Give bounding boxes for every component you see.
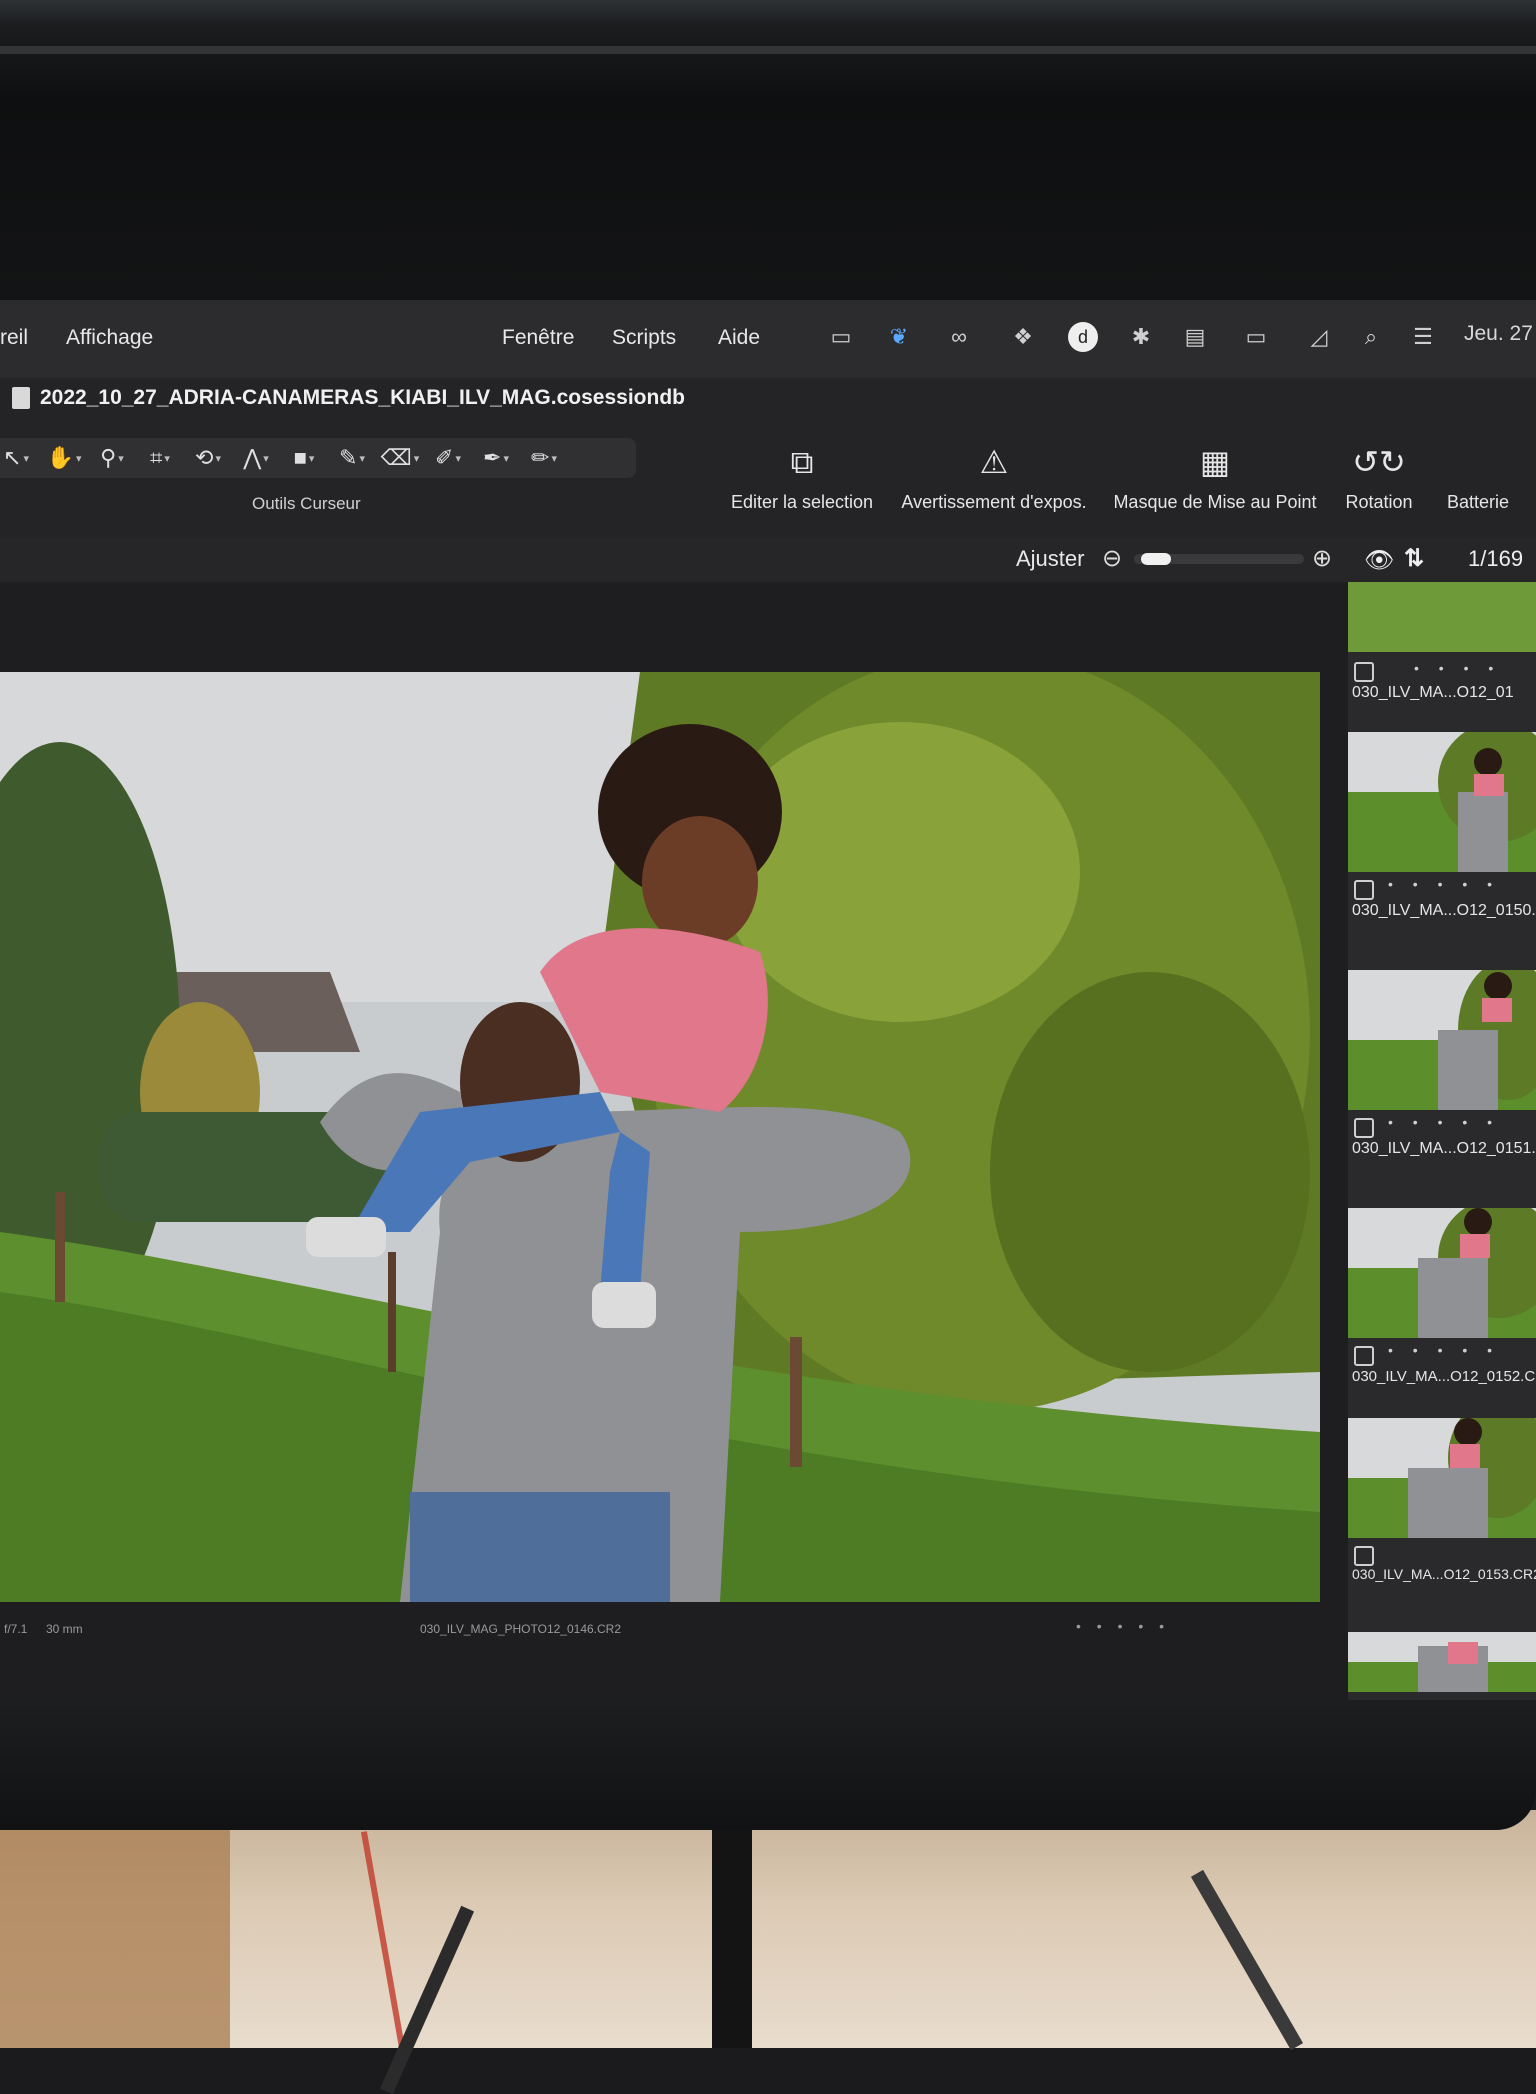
menu-scripts[interactable]: Scripts	[612, 326, 676, 350]
warning-icon: ⚠	[979, 444, 1009, 480]
image-viewer[interactable]: f/7.1 30 mm 030_ILV_MAG_PHOTO12_0146.CR2…	[0, 582, 1348, 1700]
batch-button[interactable]: Batterie	[1438, 442, 1518, 513]
thumbnail-name: 030_ILV_MA...O12_01	[1352, 684, 1514, 701]
thumbnail-image[interactable]	[1348, 1418, 1536, 1538]
edit-selection-label: Editer la selection	[730, 492, 874, 512]
thumbnail-browser[interactable]: • • • • 030_ILV_MA...O12_01 • • • • • 03…	[1348, 582, 1536, 1700]
crop-icon[interactable]: ⌗ ▾	[138, 441, 182, 475]
color-picker-icon[interactable]: ✐ ▾	[426, 441, 470, 475]
wifi-off-icon[interactable]: ◿	[1304, 322, 1334, 352]
sort-icon[interactable]: ⇅	[1404, 544, 1424, 573]
thumbnail-item[interactable]	[1348, 1632, 1536, 1700]
dropbox-icon[interactable]: ❖	[1008, 322, 1038, 352]
rotation-button[interactable]: ↺↻ Rotation	[1336, 442, 1422, 513]
document-icon	[12, 387, 30, 409]
monitor-screen: reil Affichage Fenêtre Scripts Aide ▭ ❦ …	[0, 300, 1536, 1700]
thumbnail-image[interactable]	[1348, 1632, 1536, 1692]
zoom-slider-thumb[interactable]	[1141, 553, 1171, 565]
thumbnail-name: 030_ILV_MA...O12_0153.CR2	[1352, 1566, 1536, 1582]
desk-wood-panel	[0, 1810, 230, 2048]
thumbnail-image[interactable]	[1348, 1208, 1536, 1338]
bluetooth-off-icon[interactable]: ✱	[1126, 322, 1156, 352]
thumbnail-item[interactable]: 030_ILV_MA...O12_0153.CR2	[1348, 1418, 1536, 1638]
display-icon[interactable]: ▤	[1180, 322, 1210, 352]
exposure-warning-button[interactable]: ⚠ Avertissement d'expos.	[896, 442, 1092, 513]
edit-selection-button[interactable]: ⧉ Editer la selection	[730, 442, 874, 513]
photo-rating[interactable]: • • • • •	[1076, 1618, 1170, 1634]
thumbnail-name: 030_ILV_MA...O12_0150.CR	[1352, 902, 1536, 919]
rotate-icon: ↺↻	[1352, 444, 1406, 480]
battery-charging-icon[interactable]: ▭	[1236, 322, 1276, 352]
mask-fill-icon[interactable]: ■ ▾	[282, 441, 326, 475]
exposure-warning-label: Avertissement d'expos.	[901, 492, 1087, 512]
monitor-bezel-bottom	[0, 1700, 1536, 1830]
batch-label: Batterie	[1446, 492, 1510, 512]
butterfly-icon[interactable]: ❦	[884, 322, 914, 352]
focus-mask-button[interactable]: ▦ Masque de Mise au Point	[1110, 442, 1320, 513]
tripod-pole	[712, 1820, 752, 2048]
thumbnail-rating[interactable]: • • • • •	[1388, 1342, 1500, 1358]
search-icon[interactable]: ⌕	[1356, 322, 1386, 352]
image-counter: 1/169	[1468, 546, 1524, 571]
select-cursor-icon[interactable]: ↖ ▾	[0, 441, 38, 475]
rotation-label: Rotation	[1345, 492, 1413, 512]
thumbnail-checkbox[interactable]	[1354, 662, 1374, 682]
photo-aperture: f/7.1	[4, 1622, 28, 1636]
annotation-pen-icon[interactable]: ✒ ▾	[474, 441, 518, 475]
thumbnail-item[interactable]: • • • • • 030_ILV_MA...O12_0151.CR2	[1348, 970, 1536, 1190]
thumbnail-checkbox[interactable]	[1354, 880, 1374, 900]
thumbnail-checkbox[interactable]	[1354, 1346, 1374, 1366]
thumbnail-rating[interactable]: • • • • •	[1388, 1114, 1500, 1130]
menu-fenetre[interactable]: Fenêtre	[502, 326, 574, 350]
hand-pan-icon[interactable]: ✋ ▾	[42, 441, 86, 475]
thumbnail-checkbox[interactable]	[1354, 1118, 1374, 1138]
menu-appareil[interactable]: reil	[0, 326, 28, 350]
eye-icon[interactable]: 👁	[1364, 546, 1394, 575]
rotate-straighten-icon[interactable]: ⟲ ▾	[186, 441, 230, 475]
document-title: 2022_10_27_ADRIA-CANAMERAS_KIABI_ILV_MAG…	[40, 386, 685, 409]
keystone-icon[interactable]: ⋀ ▾	[234, 441, 278, 475]
menu-aide[interactable]: Aide	[718, 326, 760, 350]
monitor-bezel-edge	[0, 46, 1536, 54]
thumbnail-name: 030_ILV_MA...O12_0152.CR2	[1352, 1368, 1536, 1385]
zoom-slider[interactable]	[1134, 553, 1304, 565]
zoom-out-icon[interactable]: ⊖	[1102, 544, 1122, 573]
window-icon[interactable]: ▭	[826, 322, 856, 352]
zoom-loupe-icon[interactable]: ⚲ ▾	[90, 441, 134, 475]
macos-menubar: reil Affichage Fenêtre Scripts Aide ▭ ❦ …	[0, 300, 1536, 379]
thumbnail-name: 030_ILV_MA...O12_0151.CR2	[1352, 1140, 1536, 1157]
eraser-icon[interactable]: ⌫ ▾	[378, 441, 422, 475]
desk-surface	[0, 1810, 1536, 2048]
focus-mask-label: Masque de Mise au Point	[1113, 492, 1317, 512]
fit-zoom-button[interactable]: Ajuster	[1016, 546, 1084, 572]
focus-mask-icon: ▦	[1199, 444, 1231, 480]
brush-icon[interactable]: ✎ ▾	[330, 441, 374, 475]
thumbnail-checkbox[interactable]	[1354, 1546, 1374, 1566]
thumbnail-image[interactable]	[1348, 582, 1536, 652]
stack-icon: ⧉	[790, 444, 814, 480]
batch-icon	[1438, 442, 1518, 482]
pen-icon[interactable]: ✏ ▾	[522, 441, 566, 475]
thumbnail-image[interactable]	[1348, 732, 1536, 872]
thumbnail-item[interactable]: • • • • • 030_ILV_MA...O12_0150.CR	[1348, 732, 1536, 952]
main-photo[interactable]	[0, 672, 1320, 1602]
photo-filename: 030_ILV_MAG_PHOTO12_0146.CR2	[420, 1622, 622, 1636]
main-toolbar: ↖ ▾ ✋ ▾ ⚲ ▾ ⌗ ▾ ⟲ ▾ ⋀ ▾ ■ ▾ ✎ ▾ ⌫ ▾ ✐ ▾ ✒ ▾ ✏ ▾ Outi…	[0, 418, 1536, 538]
viewer-toolbar: Ajuster ⊖ ⊕ 👁 ⇅ 1/169	[0, 538, 1536, 583]
menubar-clock[interactable]: Jeu. 27	[1464, 322, 1533, 346]
thumbnail-item[interactable]: • • • • • 030_ILV_MA...O12_0152.CR2	[1348, 1208, 1536, 1428]
control-center-icon[interactable]: ☰	[1408, 322, 1438, 352]
thumbnail-image[interactable]	[1348, 970, 1536, 1110]
photo-focal-length: 30 mm	[46, 1622, 83, 1636]
creative-cloud-icon[interactable]: ∞	[944, 322, 974, 352]
zoom-in-icon[interactable]: ⊕	[1312, 544, 1332, 573]
d-app-icon[interactable]: d	[1068, 322, 1098, 352]
thumbnail-rating[interactable]: • • • • •	[1388, 876, 1500, 892]
cursor-tools-group: ↖ ▾ ✋ ▾ ⚲ ▾ ⌗ ▾ ⟲ ▾ ⋀ ▾ ■ ▾ ✎ ▾ ⌫ ▾ ✐ ▾ ✒ ▾ ✏ ▾	[0, 438, 636, 478]
cursor-tools-label: Outils Curseur	[252, 494, 361, 513]
menu-affichage[interactable]: Affichage	[66, 326, 153, 350]
window-titlebar: 2022_10_27_ADRIA-CANAMERAS_KIABI_ILV_MAG…	[0, 378, 1536, 418]
thumbnail-rating[interactable]: • • • •	[1414, 660, 1501, 676]
